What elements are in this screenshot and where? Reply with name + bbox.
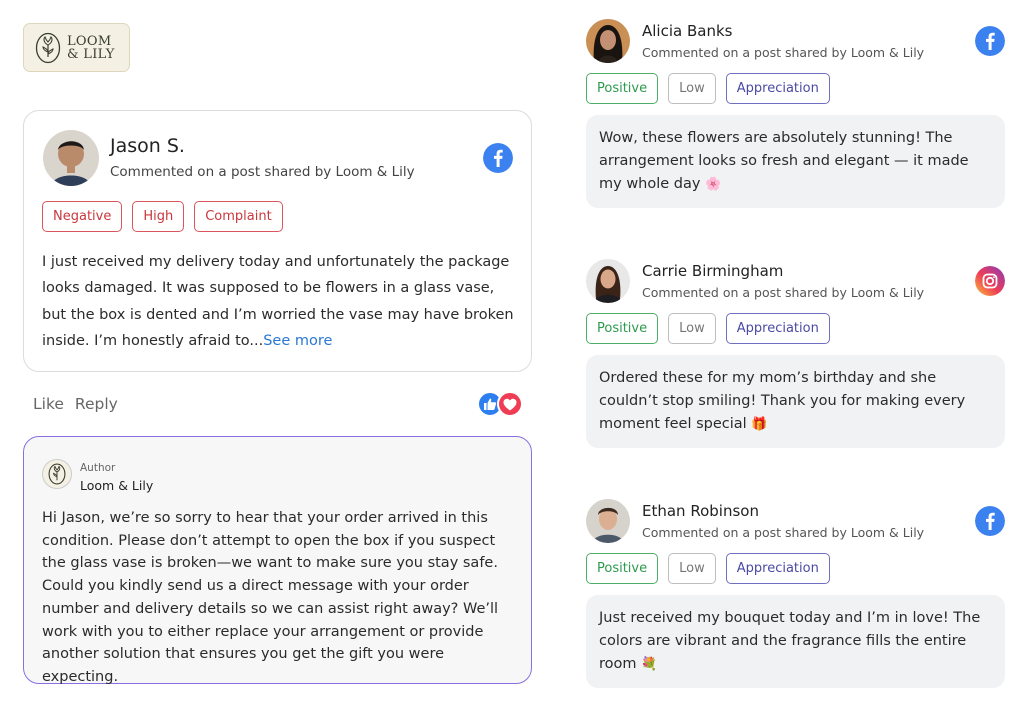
comment-body: Ordered these for my mom’s birthday and …	[586, 355, 1005, 448]
lily-logo-icon	[35, 32, 61, 63]
comment-actions: Like Reply	[33, 395, 118, 413]
comment-text: Ordered these for my mom’s birthday and …	[599, 370, 966, 432]
person-avatar-icon	[43, 130, 99, 186]
tag-group: Negative High Complaint	[42, 201, 283, 232]
brand-name: LOOM & LILY	[67, 35, 115, 61]
author-reply-card: Author Loom & Lily Hi Jason, we’re so so…	[23, 436, 532, 685]
priority-tag[interactable]: High	[132, 201, 185, 232]
comment-subtitle: Commented on a post shared by Loom & Lil…	[642, 45, 925, 60]
brand-line-1: LOOM	[67, 33, 112, 49]
comment-subtitle: Commented on a post shared by Loom & Lil…	[642, 285, 925, 300]
person-avatar-icon	[586, 499, 630, 543]
sentiment-tag[interactable]: Positive	[586, 313, 659, 344]
priority-tag[interactable]: Low	[668, 73, 716, 104]
category-tag[interactable]: Appreciation	[725, 73, 830, 104]
comment-author[interactable]: Jason S.	[110, 135, 185, 157]
category-tag[interactable]: Appreciation	[725, 553, 830, 584]
lily-logo-icon	[48, 463, 66, 485]
comment-subtitle: Commented on a post shared by Loom & Lil…	[642, 525, 925, 540]
like-button[interactable]: Like	[33, 395, 64, 413]
main-comment-card: Jason S. Commented on a post shared by L…	[23, 110, 532, 372]
reply-body: Hi Jason, we’re so sorry to hear that yo…	[42, 510, 499, 685]
category-tag[interactable]: Appreciation	[725, 313, 830, 344]
tag-group: Positive Low Appreciation	[586, 73, 830, 104]
comment-author[interactable]: Alicia Banks	[642, 22, 732, 40]
reply-button[interactable]: Reply	[75, 395, 118, 413]
sentiment-tag[interactable]: Positive	[586, 553, 659, 584]
sentiment-tag[interactable]: Positive	[586, 73, 659, 104]
comment-body: Just received my bouquet today and I’m i…	[586, 595, 1005, 688]
reply-author-name: Loom & Lily	[80, 478, 154, 493]
tag-group: Positive Low Appreciation	[586, 313, 830, 344]
comment-subtitle: Commented on a post shared by Loom & Lil…	[110, 164, 415, 180]
heart-icon	[497, 391, 523, 417]
blossom-emoji: 🌸	[705, 176, 722, 192]
comment-author[interactable]: Carrie Birmingham	[642, 262, 783, 280]
author-avatar	[42, 459, 72, 489]
instagram-icon[interactable]	[975, 266, 1005, 296]
comment-author[interactable]: Ethan Robinson	[642, 502, 759, 520]
author-role-label: Author	[80, 462, 116, 474]
avatar[interactable]	[586, 259, 630, 303]
facebook-icon[interactable]	[975, 506, 1005, 536]
sentiment-tag[interactable]: Negative	[42, 201, 123, 232]
brand-line-2: & LILY	[67, 46, 115, 62]
comment-body: Wow, these flowers are absolutely stunni…	[586, 115, 1005, 208]
brand-logo: LOOM & LILY	[23, 23, 130, 72]
bouquet-emoji: 💐	[641, 656, 658, 672]
see-more-link[interactable]: See more	[263, 333, 332, 349]
priority-tag[interactable]: Low	[668, 313, 716, 344]
person-avatar-icon	[586, 19, 630, 63]
avatar[interactable]	[586, 499, 630, 543]
comment-text: Wow, these flowers are absolutely stunni…	[599, 130, 969, 192]
facebook-icon[interactable]	[975, 26, 1005, 56]
priority-tag[interactable]: Low	[668, 553, 716, 584]
person-avatar-icon	[586, 259, 630, 303]
avatar[interactable]	[586, 19, 630, 63]
facebook-icon[interactable]	[483, 143, 513, 173]
avatar[interactable]	[43, 130, 99, 186]
gift-emoji: 🎁	[751, 416, 768, 432]
tag-group: Positive Low Appreciation	[586, 553, 830, 584]
reactions[interactable]	[477, 391, 525, 419]
category-tag[interactable]: Complaint	[194, 201, 283, 232]
comment-body: I just received my delivery today and un…	[42, 249, 514, 354]
